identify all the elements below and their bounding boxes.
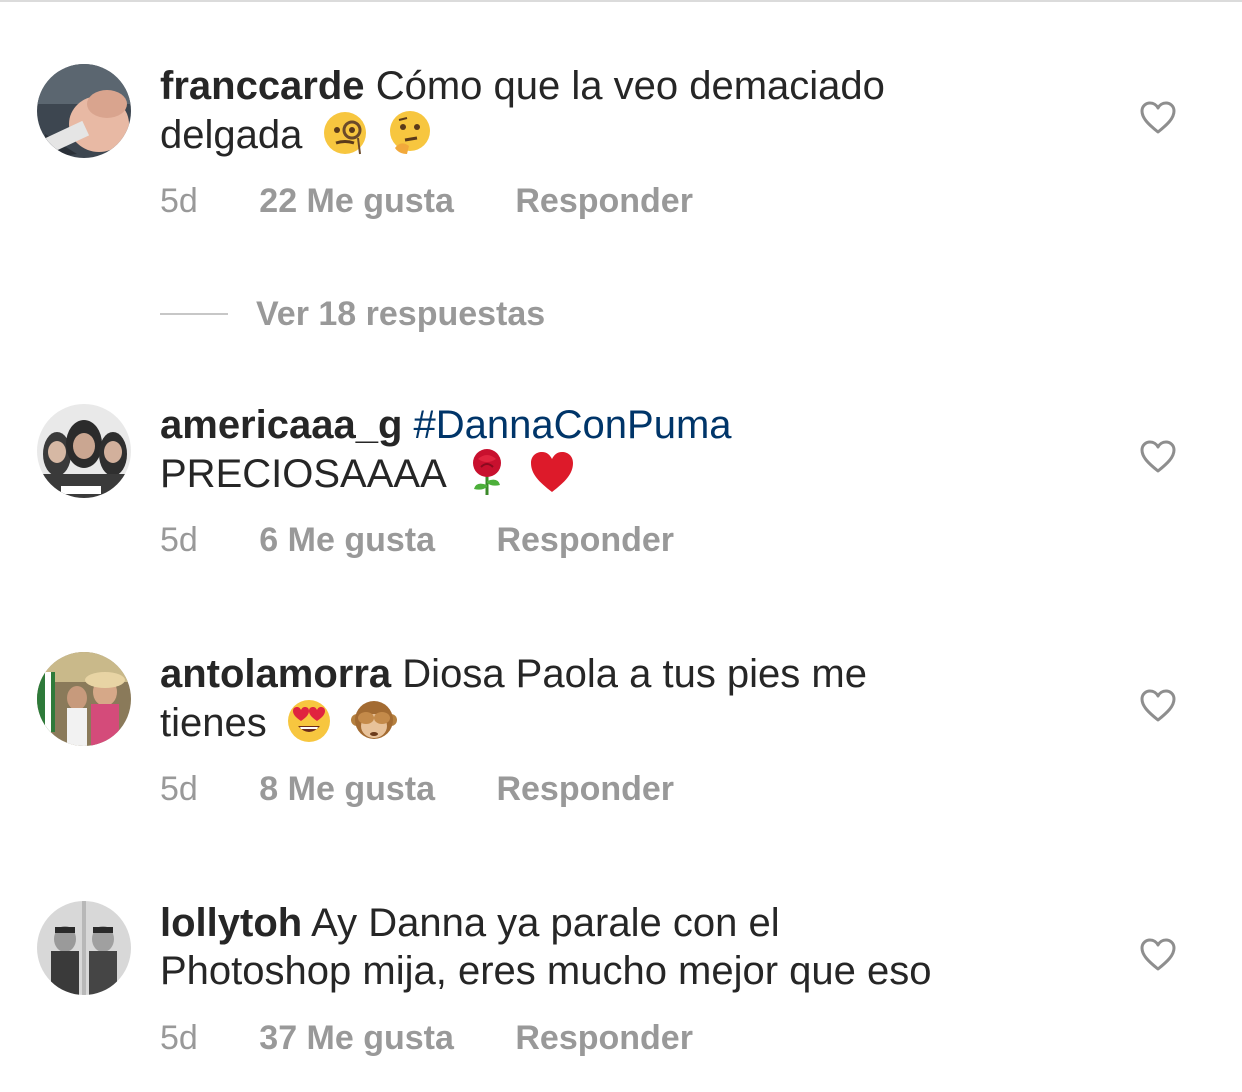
comment-username[interactable]: lollytoh [160,901,302,945]
comments-list: franccarde Cómo que la veo demaciado del… [0,0,1242,1092]
thinking-face-emoji [387,110,433,156]
comment-time: 5d [160,521,198,559]
comment-text: americaaa_g #DannaConPuma PRECIOSAAAA [160,401,1110,498]
comment-username[interactable]: americaaa_g [160,403,402,447]
likes-count-button[interactable]: 8 Me gusta [259,770,435,809]
comment-meta: 5d 8 Me gusta Responder [160,770,674,809]
comment-body-continued: delgada [160,113,303,157]
reply-button[interactable]: Responder [496,521,674,560]
hashtag-link[interactable]: #DannaConPuma [414,403,732,447]
reply-button[interactable]: Responder [515,1019,693,1058]
comment-time: 5d [160,1019,198,1057]
comment-text: antolamorra Diosa Paola a tus pies me ti… [160,650,1110,747]
avatar[interactable] [37,404,131,498]
comment-body: PRECIOSAAAA [160,452,445,496]
like-heart-icon[interactable] [1140,938,1176,972]
like-heart-icon[interactable] [1140,440,1176,474]
rose-emoji [464,449,510,495]
comment-time: 5d [160,182,198,220]
avatar[interactable] [37,901,131,995]
comment-time: 5d [160,770,198,808]
view-replies-button[interactable]: Ver 18 respuestas [160,292,545,336]
comment-body: Diosa Paola a tus pies me [402,652,867,696]
comment-meta: 5d 37 Me gusta Responder [160,1019,693,1058]
comment-text: lollytoh Ay Danna ya parale con el Photo… [160,899,1110,995]
view-replies-label: Ver 18 respuestas [256,294,546,333]
comment-meta: 5d 6 Me gusta Responder [160,521,674,560]
comment-body: Ay Danna ya parale con el [311,901,780,945]
avatar[interactable] [37,64,131,158]
likes-count-button[interactable]: 6 Me gusta [259,521,435,560]
likes-count-button[interactable]: 22 Me gusta [259,182,454,221]
like-heart-icon[interactable] [1140,101,1176,135]
heart-eyes-face-emoji [286,698,332,744]
comment-text: franccarde Cómo que la veo demaciado del… [160,62,1110,159]
avatar[interactable] [37,652,131,746]
replies-divider [160,313,228,315]
comment-username[interactable]: franccarde [160,64,365,108]
red-heart-emoji [529,449,575,495]
see-no-evil-monkey-emoji [351,698,397,744]
comment-body: Cómo que la veo demaciado [375,64,885,108]
reply-button[interactable]: Responder [496,770,674,809]
face-with-monocle-emoji [322,110,368,156]
comment-username[interactable]: antolamorra [160,652,391,696]
comment-body-continued: Photoshop mija, eres mucho mejor que eso [160,949,932,993]
like-heart-icon[interactable] [1140,689,1176,723]
comment-meta: 5d 22 Me gusta Responder [160,182,693,221]
likes-count-button[interactable]: 37 Me gusta [259,1019,454,1058]
reply-button[interactable]: Responder [515,182,693,221]
comment-body-continued: tienes [160,701,267,745]
